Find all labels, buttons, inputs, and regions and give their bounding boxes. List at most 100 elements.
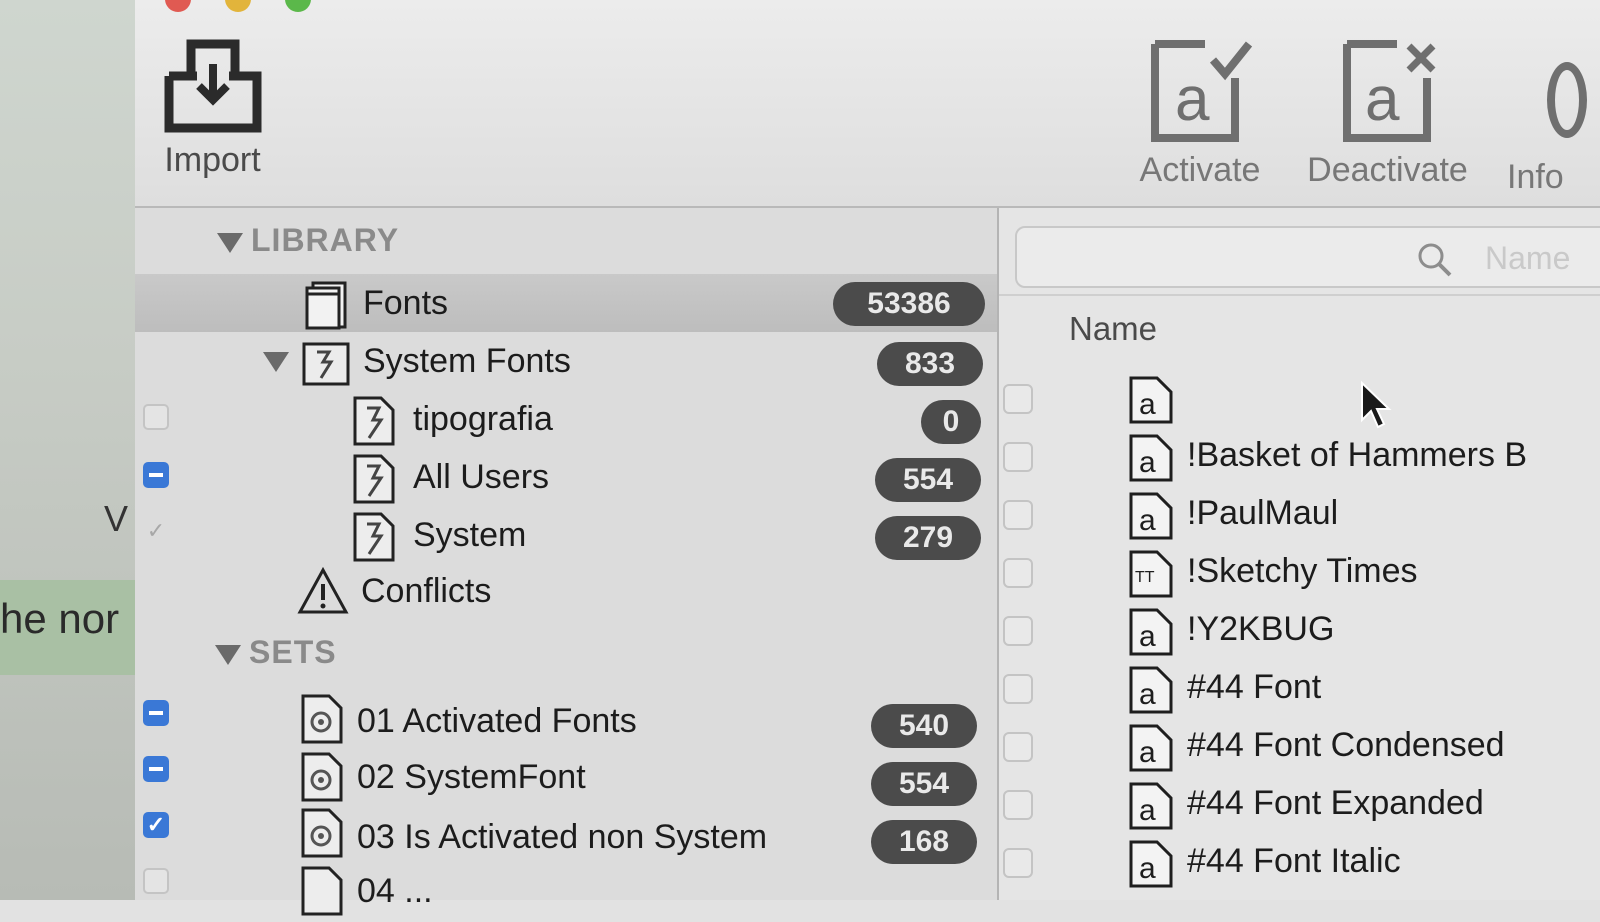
font-list-row[interactable]: a — [999, 370, 1600, 428]
sidebar-item-label: 03 Is Activated non System — [357, 818, 768, 856]
font-list-row[interactable]: a #44 Font — [999, 660, 1600, 718]
sidebar-item-label: System Fonts — [363, 342, 571, 380]
font-name: #44 Font — [1187, 668, 1322, 706]
import-button[interactable]: Import — [155, 36, 270, 180]
activate-label: Activate — [1139, 151, 1261, 189]
font-file-icon: a — [1129, 666, 1173, 714]
import-icon — [164, 39, 261, 133]
folder-font-icon — [302, 342, 350, 386]
font-list-row[interactable]: a #44 Font Condensed — [999, 718, 1600, 776]
search-placeholder: Name — [1485, 240, 1571, 276]
font-set-icon — [301, 694, 343, 744]
font-activation-checkbox[interactable] — [1003, 384, 1033, 414]
count-badge: 168 — [871, 820, 977, 864]
sidebar-item-conflicts[interactable]: Conflicts — [135, 564, 997, 622]
import-label: Import — [164, 141, 261, 179]
font-name: !Sketchy Times — [1187, 552, 1418, 590]
font-list-row[interactable]: a !Y2KBUG — [999, 602, 1600, 660]
sets-section-header[interactable]: SETS — [215, 634, 337, 671]
svg-text:a: a — [1175, 65, 1210, 134]
zoom-window-button[interactable] — [285, 0, 311, 12]
svg-text:a: a — [1139, 620, 1156, 653]
activate-button[interactable]: a Activate — [1120, 38, 1280, 190]
sidebar-item-set[interactable]: 03 Is Activated non System 168 — [135, 806, 997, 864]
font-activation-checkbox[interactable] — [1003, 442, 1033, 472]
activation-checkbox[interactable] — [143, 404, 169, 430]
background-window: V he nor — [0, 0, 191, 900]
user-fonts-icon — [353, 396, 395, 446]
activation-checkbox-mixed[interactable] — [143, 462, 169, 488]
sidebar-item-fonts[interactable]: Fonts 53386 — [135, 274, 997, 332]
count-badge: 554 — [875, 458, 981, 502]
font-activation-checkbox[interactable] — [1003, 616, 1033, 646]
svg-text:a: a — [1139, 446, 1156, 479]
font-name: #44 Font Condensed — [1187, 726, 1505, 764]
sidebar-item-label: All Users — [413, 458, 550, 496]
font-list-pane: Name Name a a !Basket of Hammers Ba !PaulMa… — [999, 208, 1600, 900]
font-set-icon — [301, 808, 343, 858]
activate-font-icon: a — [1151, 40, 1253, 142]
sidebar-item-system[interactable]: System 279 — [135, 508, 997, 566]
sidebar-item-system-fonts[interactable]: System Fonts 833 — [135, 334, 997, 392]
font-list-row[interactable]: a !Basket of Hammers B — [999, 428, 1600, 486]
sidebar-item-set[interactable]: 04 ... — [135, 864, 997, 922]
font-activation-checkbox[interactable] — [1003, 848, 1033, 878]
svg-text:a: a — [1139, 736, 1156, 769]
truetype-file-icon: TT — [1129, 550, 1173, 598]
font-activation-checkbox[interactable] — [1003, 558, 1033, 588]
count-badge: 279 — [875, 516, 981, 560]
search-icon — [1418, 243, 1452, 277]
font-list-row[interactable]: a !PaulMaul — [999, 486, 1600, 544]
font-list-row[interactable]: TT !Sketchy Times — [999, 544, 1600, 602]
background-partial-letter: V — [104, 498, 129, 539]
svg-text:a: a — [1139, 794, 1156, 827]
font-activation-checkbox[interactable] — [1003, 732, 1033, 762]
font-name: #44 Font Italic — [1187, 842, 1401, 880]
header-divider — [999, 294, 1600, 296]
svg-text:a: a — [1139, 504, 1156, 537]
font-activation-checkbox[interactable] — [1003, 790, 1033, 820]
sidebar-item-set[interactable]: 01 Activated Fonts 540 — [135, 692, 997, 750]
user-fonts-icon — [353, 454, 395, 504]
count-badge: 554 — [871, 762, 977, 806]
sidebar-item-label: System — [413, 516, 527, 554]
font-file-icon: a — [1129, 376, 1173, 424]
svg-text:a: a — [1139, 388, 1156, 421]
activation-checkbox-checked[interactable]: ✓ — [143, 812, 169, 838]
font-list-row[interactable]: a #44 Font Expanded — [999, 776, 1600, 834]
sidebar-item-tipografia[interactable]: tipografia 0 — [135, 392, 997, 450]
deactivate-button[interactable]: a Deactivate — [1295, 38, 1480, 190]
close-window-button[interactable] — [165, 0, 191, 12]
sidebar: LIBRARY Fonts 53386 System Fonts 833 tip… — [135, 208, 999, 916]
disclosure-triangle-icon — [217, 232, 243, 253]
sidebar-item-label: 04 ... — [357, 872, 433, 910]
font-activation-checkbox[interactable] — [1003, 674, 1033, 704]
sidebar-item-all-users[interactable]: All Users 554 — [135, 450, 997, 508]
sidebar-item-set[interactable]: 02 SystemFont 554 — [135, 750, 997, 808]
minimize-window-button[interactable] — [225, 0, 251, 12]
info-button[interactable]: Info — [1507, 62, 1600, 197]
search-field[interactable]: Name — [1015, 226, 1600, 288]
warning-icon — [297, 566, 349, 614]
svg-text:a: a — [1139, 678, 1156, 711]
deactivate-font-icon: a — [1342, 40, 1435, 142]
activation-checkbox-mixed[interactable] — [143, 756, 169, 782]
count-badge: 833 — [877, 342, 983, 386]
activation-checkbox-faint[interactable]: ✓ — [143, 518, 169, 544]
library-section-header[interactable]: LIBRARY — [217, 222, 399, 259]
disclosure-triangle-icon — [215, 644, 241, 665]
activation-checkbox-mixed[interactable] — [143, 700, 169, 726]
activation-checkbox[interactable] — [143, 868, 169, 894]
mouse-cursor-icon — [1361, 380, 1392, 429]
disclosure-triangle-icon — [263, 352, 289, 372]
font-name: !PaulMaul — [1187, 494, 1339, 532]
font-list-row[interactable]: a #44 Font Italic — [999, 834, 1600, 892]
user-fonts-icon — [353, 512, 395, 562]
info-label: Info — [1507, 158, 1564, 196]
font-set-icon — [301, 752, 343, 802]
font-activation-checkbox[interactable] — [1003, 500, 1033, 530]
toolbar: Import a Activate a Deactivate Info — [135, 0, 1600, 208]
column-header-name[interactable]: Name — [1069, 310, 1157, 348]
font-file-icon: a — [1129, 782, 1173, 830]
count-badge: 53386 — [833, 282, 985, 326]
